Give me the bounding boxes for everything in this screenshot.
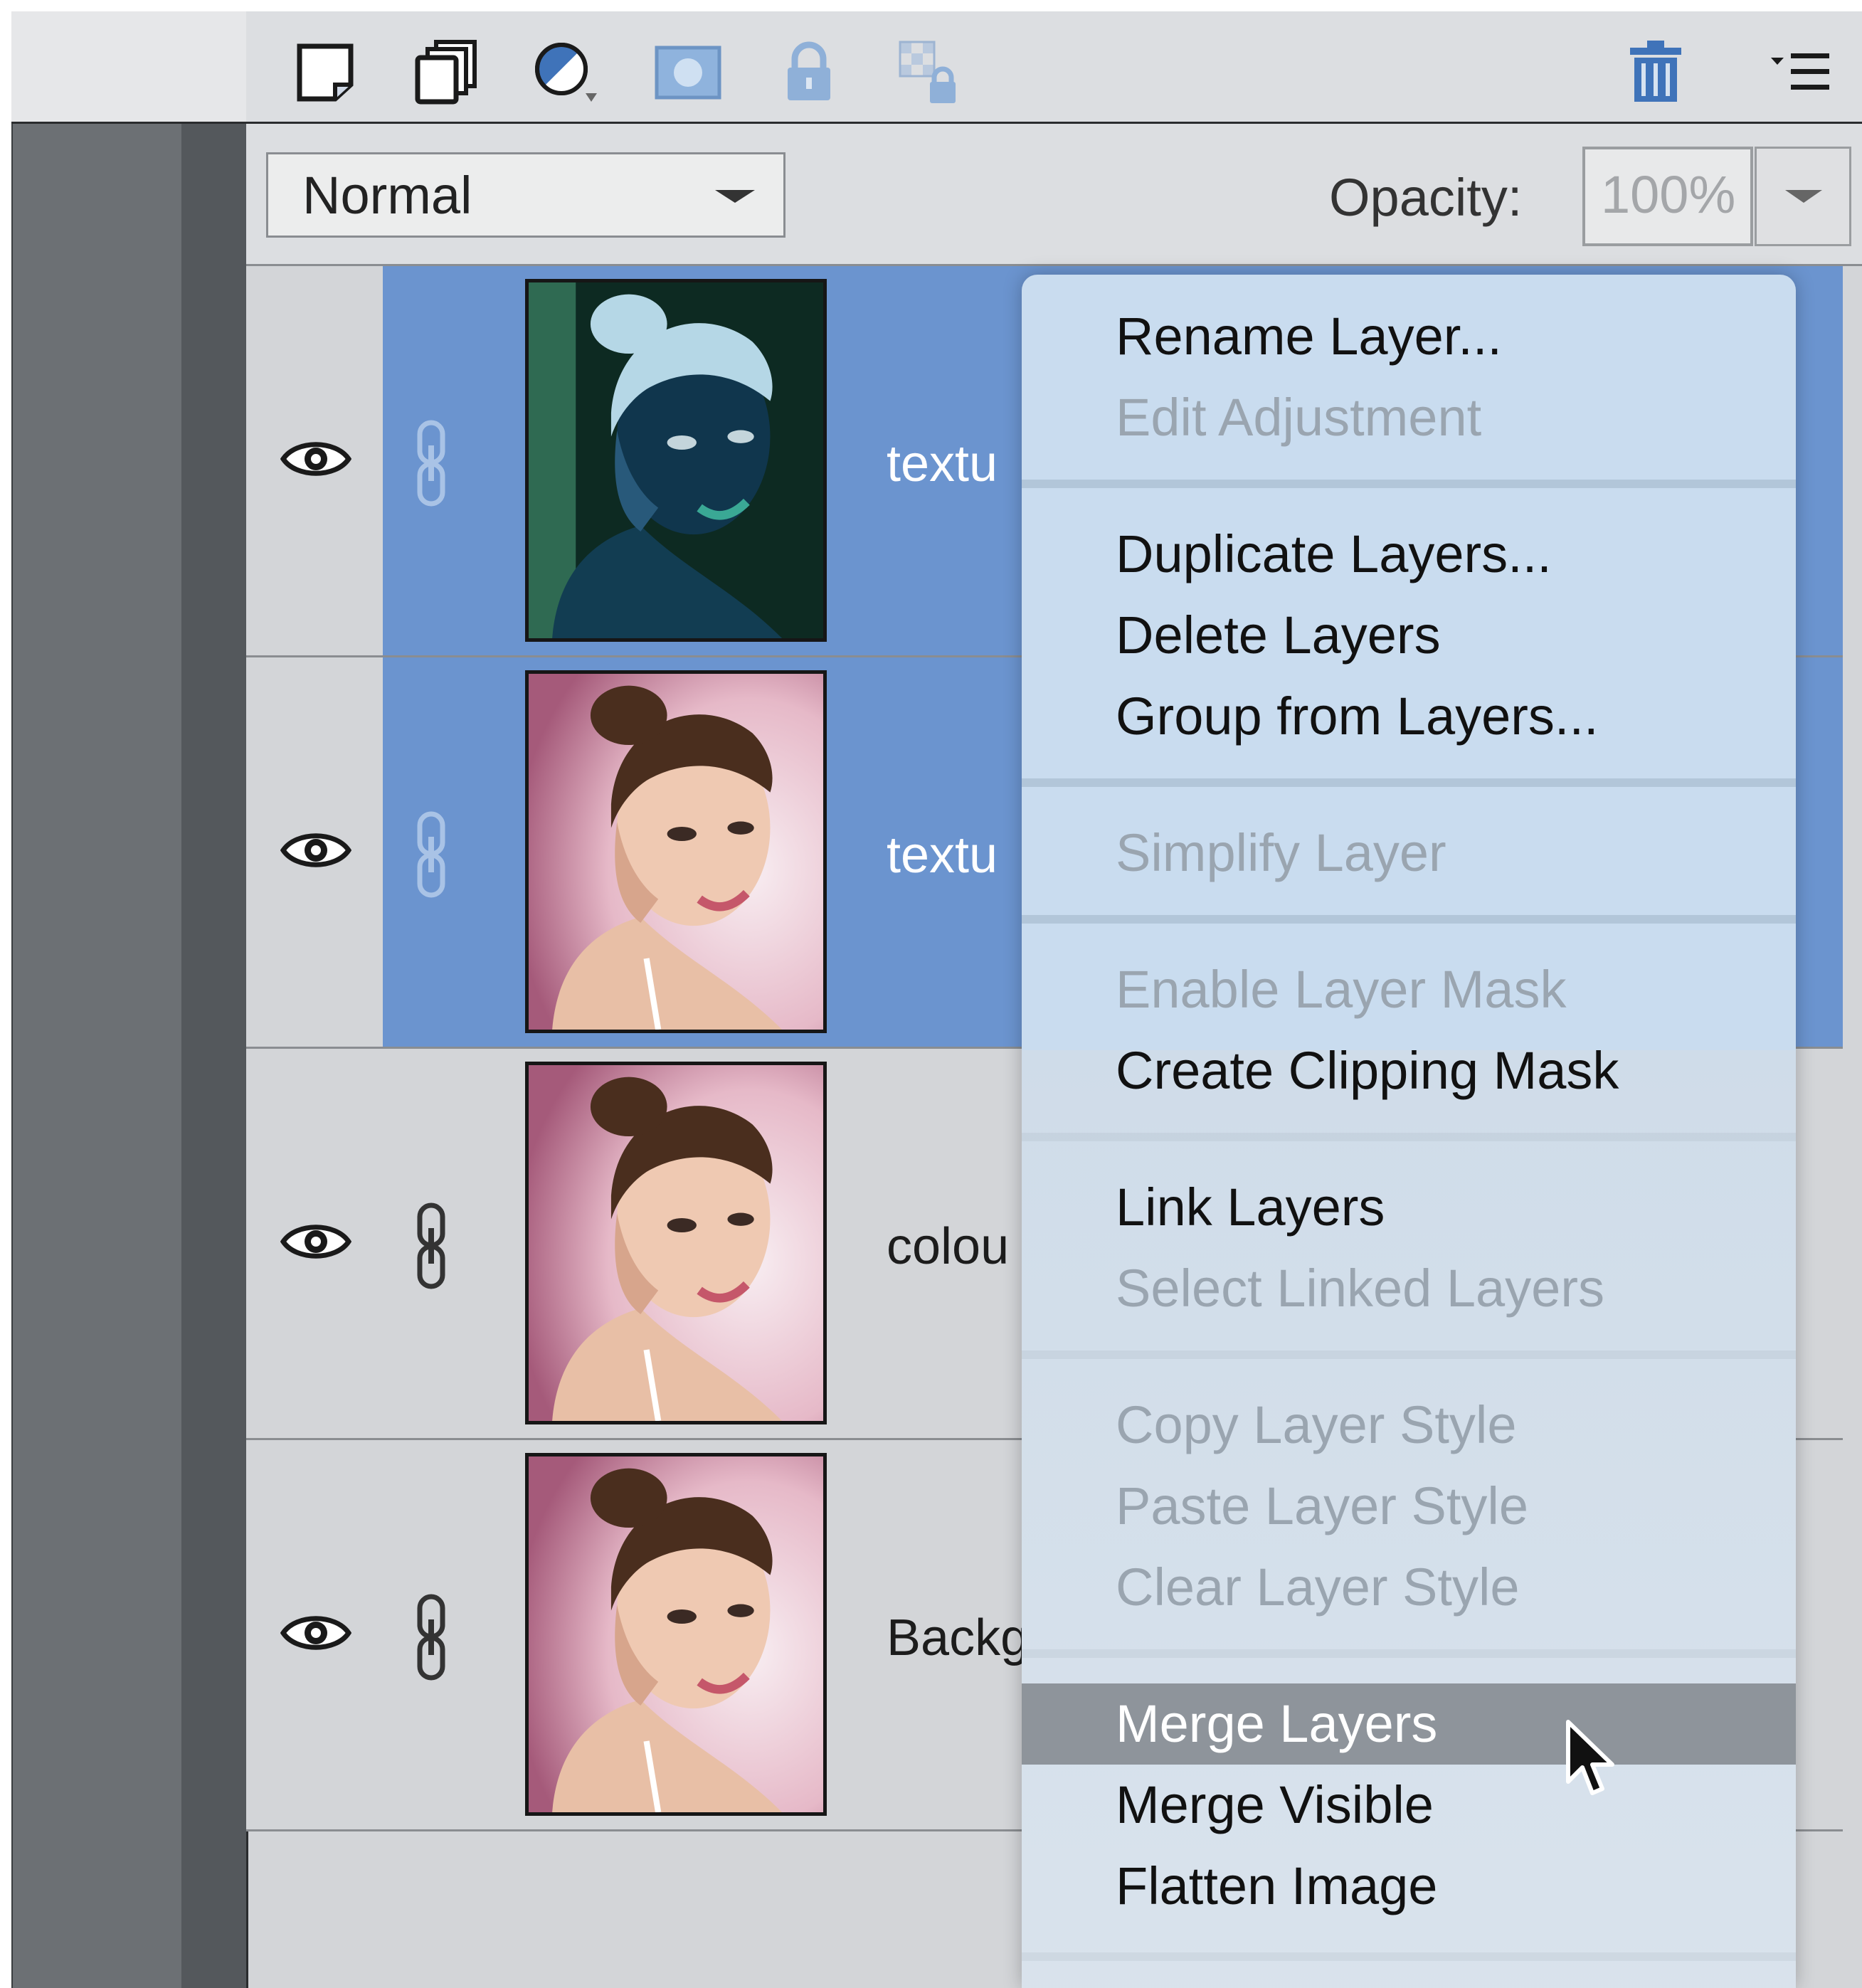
menu-item-simplify-layer: Simplify Layer xyxy=(1116,823,1446,882)
menu-item-merge-visible[interactable]: Merge Visible xyxy=(1022,1765,1796,1846)
link-chain-icon[interactable] xyxy=(410,1200,453,1292)
layer-thumbnail xyxy=(525,1062,827,1424)
layer-thumbnail xyxy=(525,1453,827,1816)
layer-thumbnail xyxy=(525,670,827,1033)
visibility-eye-icon[interactable] xyxy=(280,1218,352,1265)
menu-item-flatten-image[interactable]: Flatten Image xyxy=(1022,1846,1796,1927)
menu-item-paste-layer-style: Paste Layer Style xyxy=(1116,1476,1528,1535)
add-mask-icon[interactable] xyxy=(649,33,727,111)
layers-toolbar xyxy=(246,11,1862,124)
visibility-eye-icon[interactable] xyxy=(280,435,352,482)
adjustment-layer-icon[interactable] xyxy=(528,33,606,111)
menu-item-link-layers[interactable]: Link Layers xyxy=(1022,1167,1796,1248)
visibility-eye-icon[interactable] xyxy=(280,827,352,874)
menu-item-enable-layer-mask: Enable Layer Mask xyxy=(1116,960,1567,1019)
menu-item-merge-layers[interactable]: Merge Layers xyxy=(1022,1683,1796,1765)
menu-item-duplicate-layers[interactable]: Duplicate Layers... xyxy=(1022,514,1796,595)
layer-context-menu: Rename Layer... Edit Adjustment Duplicate … xyxy=(1022,275,1796,1988)
link-chain-icon[interactable] xyxy=(410,1591,453,1683)
chevron-down-icon xyxy=(715,190,755,203)
blend-mode-select[interactable]: Normal xyxy=(266,152,785,238)
panel-menu-icon[interactable] xyxy=(1762,33,1840,111)
blend-mode-value: Normal xyxy=(302,166,472,225)
opacity-dropdown-button[interactable] xyxy=(1755,147,1851,246)
menu-separator xyxy=(1022,915,1796,924)
menu-item-group-from-layers[interactable]: Group from Layers... xyxy=(1022,676,1796,757)
menu-item-edit-adjustment: Edit Adjustment xyxy=(1116,388,1482,447)
trash-icon[interactable] xyxy=(1617,33,1695,111)
menu-separator xyxy=(1022,778,1796,787)
mouse-cursor-icon xyxy=(1566,1720,1614,1795)
visibility-eye-icon[interactable] xyxy=(280,1609,352,1656)
opacity-input[interactable]: 100% xyxy=(1582,147,1753,246)
menu-separator xyxy=(1022,480,1796,488)
opacity-label: Opacity: xyxy=(1329,168,1523,227)
chevron-down-icon xyxy=(1785,190,1822,203)
left-panel-header xyxy=(11,11,246,124)
lock-transparent-icon[interactable] xyxy=(891,33,969,111)
menu-item-copy-layer-style: Copy Layer Style xyxy=(1116,1395,1517,1454)
opacity-value: 100% xyxy=(1601,165,1736,224)
layer-thumbnail xyxy=(525,279,827,642)
lock-icon[interactable] xyxy=(770,33,848,111)
menu-item-clear-layer-style: Clear Layer Style xyxy=(1116,1558,1520,1617)
link-chain-icon[interactable] xyxy=(410,808,453,901)
left-panel-divider xyxy=(181,124,246,1988)
menu-item-delete-layers[interactable]: Delete Layers xyxy=(1022,595,1796,676)
menu-item-rename-layer[interactable]: Rename Layer... xyxy=(1022,296,1796,377)
new-group-icon[interactable] xyxy=(407,33,485,111)
menu-item-create-clipping-mask[interactable]: Create Clipping Mask xyxy=(1022,1030,1796,1111)
menu-item-select-linked-layers: Select Linked Layers xyxy=(1116,1259,1604,1318)
link-chain-icon[interactable] xyxy=(410,417,453,509)
new-layer-icon[interactable] xyxy=(286,33,364,111)
